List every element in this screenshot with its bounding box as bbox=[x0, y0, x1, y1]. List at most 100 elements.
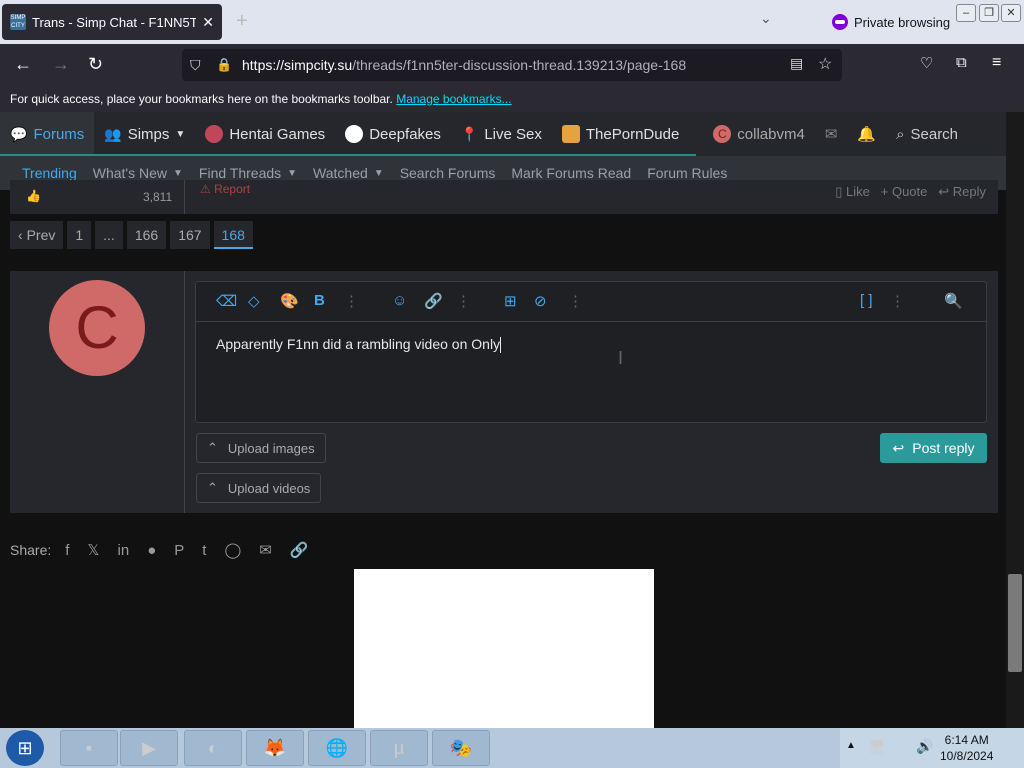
current-page[interactable]: 168 bbox=[213, 221, 253, 249]
taskbar-app-globe[interactable]: ◐ bbox=[184, 730, 242, 766]
browser-tab[interactable]: SIMPCITY Trans - Simp Chat - F1NN5TER ✕ bbox=[2, 4, 222, 40]
quote-button[interactable]: + Quote bbox=[881, 184, 928, 199]
emoji-icon[interactable]: ☺ bbox=[392, 292, 407, 309]
pocket-icon[interactable]: ♡ bbox=[920, 54, 933, 72]
minimize-button[interactable]: – bbox=[956, 4, 976, 22]
nav-hentai-games[interactable]: Hentai Games bbox=[195, 112, 335, 156]
linkedin-icon[interactable]: in bbox=[118, 542, 130, 559]
bbcode-toggle-icon[interactable]: [ ] bbox=[860, 292, 873, 309]
forward-arrow-icon[interactable]: → bbox=[52, 54, 70, 75]
page-scrollbar[interactable] bbox=[1006, 112, 1024, 728]
nav-forums[interactable]: 💬 Forums bbox=[0, 112, 95, 156]
nav-live-sex[interactable]: 📍 Live Sex bbox=[451, 112, 552, 156]
taskbar-app-firefox[interactable]: 🦊 bbox=[246, 730, 304, 766]
chevron-down-icon[interactable]: ▼ bbox=[173, 168, 183, 179]
start-button[interactable]: ⊞ bbox=[6, 730, 44, 766]
subnav-find-threads[interactable]: Find Threads bbox=[199, 165, 281, 181]
link-icon[interactable]: 🔗 bbox=[290, 541, 309, 559]
nav-deepfakes[interactable]: Deepfakes bbox=[335, 112, 451, 156]
facebook-icon[interactable]: f bbox=[65, 542, 69, 559]
reply-editor[interactable]: ⌫ ◇ 🎨 B ⋮ ☺ 🔗 ⋮ ⊞ ⊘ ⋮ [ ] ⋮ 🔍 Apparently… bbox=[195, 281, 987, 423]
prev-page-button[interactable]: ‹ Prev bbox=[10, 221, 64, 249]
reply-button[interactable]: ↩ Reply bbox=[938, 184, 986, 199]
menu-hamburger-icon[interactable]: ≡ bbox=[992, 54, 1001, 72]
chevron-down-icon[interactable]: ▼ bbox=[374, 168, 384, 179]
nav-user-collabvm4[interactable]: C collabvm4 bbox=[703, 112, 815, 156]
subnav-mark-read[interactable]: Mark Forums Read bbox=[511, 165, 631, 181]
chevron-down-icon[interactable]: ▼ bbox=[287, 168, 297, 179]
reader-view-icon[interactable]: ▤ bbox=[790, 55, 803, 72]
palette-icon[interactable]: 🎨 bbox=[280, 292, 299, 310]
restore-button[interactable]: ❐ bbox=[979, 4, 999, 22]
link-icon[interactable]: 🔗 bbox=[424, 292, 443, 310]
subnav-forum-rules[interactable]: Forum Rules bbox=[647, 165, 727, 181]
share-label: Share: bbox=[10, 542, 52, 558]
like-button[interactable]: ▯ Like bbox=[835, 184, 870, 199]
preview-icon[interactable]: 🔍 bbox=[944, 292, 963, 310]
tumblr-icon[interactable]: t bbox=[202, 542, 206, 559]
more-options-icon[interactable]: ⋮ bbox=[568, 292, 583, 310]
report-link[interactable]: ⚠ Report bbox=[200, 182, 250, 196]
page-link[interactable]: 166 bbox=[126, 221, 167, 249]
bookmark-star-icon[interactable]: ☆ bbox=[818, 54, 832, 74]
back-arrow-icon[interactable]: ← bbox=[14, 54, 32, 75]
extensions-icon[interactable]: ⧉ bbox=[956, 54, 967, 71]
whatsapp-icon[interactable]: ◯ bbox=[224, 541, 241, 559]
email-icon[interactable]: ✉ bbox=[259, 541, 272, 559]
user-avatar-small: C bbox=[713, 125, 732, 143]
tray-expand-icon[interactable]: ▲ bbox=[846, 740, 856, 751]
pinterest-icon[interactable]: P bbox=[174, 542, 184, 559]
url-text[interactable]: https://simpcity.su/threads/f1nn5ter-dis… bbox=[242, 57, 686, 73]
page-ellipsis[interactable]: ... bbox=[95, 221, 123, 249]
subnav-whats-new[interactable]: What's New bbox=[93, 165, 167, 181]
nav-theporndude-label: ThePornDude bbox=[585, 125, 680, 143]
clear-format-icon[interactable]: ◇ bbox=[248, 292, 260, 310]
theporndude-icon bbox=[561, 125, 580, 143]
subnav-search-forums[interactable]: Search Forums bbox=[400, 165, 496, 181]
reload-icon[interactable]: ↻ bbox=[88, 54, 103, 75]
private-browsing-label: Private browsing bbox=[854, 14, 951, 30]
upload-videos-button[interactable]: ⌃ Upload videos bbox=[196, 473, 322, 503]
bold-icon[interactable]: B bbox=[314, 292, 325, 309]
upload-images-button[interactable]: ⌃ Upload images bbox=[196, 433, 326, 463]
page-link[interactable]: 1 bbox=[67, 221, 92, 249]
scrollbar-thumb[interactable] bbox=[1008, 574, 1022, 672]
tab-close-icon[interactable]: ✕ bbox=[202, 14, 214, 31]
taskbar-app-media-player[interactable]: ▶ bbox=[120, 730, 178, 766]
nav-search[interactable]: ⌕ Search bbox=[886, 112, 968, 156]
more-options-icon[interactable]: ⋮ bbox=[890, 292, 905, 310]
page-link[interactable]: 167 bbox=[170, 221, 210, 249]
volume-icon[interactable]: 🔊 bbox=[916, 738, 933, 755]
nav-theporndude[interactable]: ThePornDude bbox=[552, 112, 689, 156]
taskbar-app-terminal[interactable]: ▪ bbox=[60, 730, 118, 766]
more-options-icon[interactable]: ⋮ bbox=[456, 292, 471, 310]
taskbar-app-utorrent[interactable]: µ bbox=[370, 730, 428, 766]
close-window-button[interactable]: ✕ bbox=[1001, 4, 1021, 22]
manage-bookmarks-link[interactable]: Manage bookmarks... bbox=[396, 92, 511, 106]
x-twitter-icon[interactable]: 𝕏 bbox=[87, 541, 99, 559]
previous-post-footer: 👍 3,811 ⚠ Report ▯ Like + Quote ↩ Reply bbox=[10, 180, 998, 214]
taskbar-app-firefox-private[interactable]: 🎭 bbox=[432, 730, 490, 766]
new-tab-button[interactable]: + bbox=[236, 10, 248, 33]
editor-text-area[interactable]: Apparently F1nn did a rambling video on … bbox=[196, 322, 986, 367]
avatar[interactable]: C bbox=[49, 280, 145, 376]
inbox-icon[interactable]: ✉ bbox=[815, 112, 848, 156]
url-bar[interactable]: ⛉ 🔒 https://simpcity.su/threads/f1nn5ter… bbox=[182, 49, 842, 81]
eraser-icon[interactable]: ⌫ bbox=[216, 292, 237, 310]
post-reply-button[interactable]: ↩ Post reply bbox=[880, 433, 987, 463]
more-options-icon[interactable]: ⋮ bbox=[344, 292, 359, 310]
reddit-icon[interactable]: ● bbox=[147, 542, 156, 559]
tab-list-chevron-icon[interactable]: ⌄ bbox=[760, 10, 772, 27]
chevron-up-icon: ⌃ bbox=[207, 480, 218, 495]
table-icon[interactable]: ⊞ bbox=[504, 292, 517, 310]
network-icon[interactable]: 🖥 bbox=[868, 738, 886, 755]
alerts-bell-icon[interactable]: 🔔 bbox=[847, 112, 886, 156]
subnav-trending[interactable]: Trending bbox=[22, 165, 77, 181]
spoiler-eye-slash-icon[interactable]: ⊘ bbox=[534, 292, 547, 310]
tracking-shield-icon[interactable]: ⛉ bbox=[190, 57, 216, 74]
nav-simps[interactable]: 👥 Simps ▼ bbox=[94, 112, 195, 156]
lock-icon[interactable]: 🔒 bbox=[216, 57, 242, 73]
taskbar-app-internet-download-manager[interactable]: 🌐 bbox=[308, 730, 366, 766]
subnav-watched[interactable]: Watched bbox=[313, 165, 368, 181]
system-clock[interactable]: 6:14 AM 10/8/2024 bbox=[940, 732, 993, 764]
